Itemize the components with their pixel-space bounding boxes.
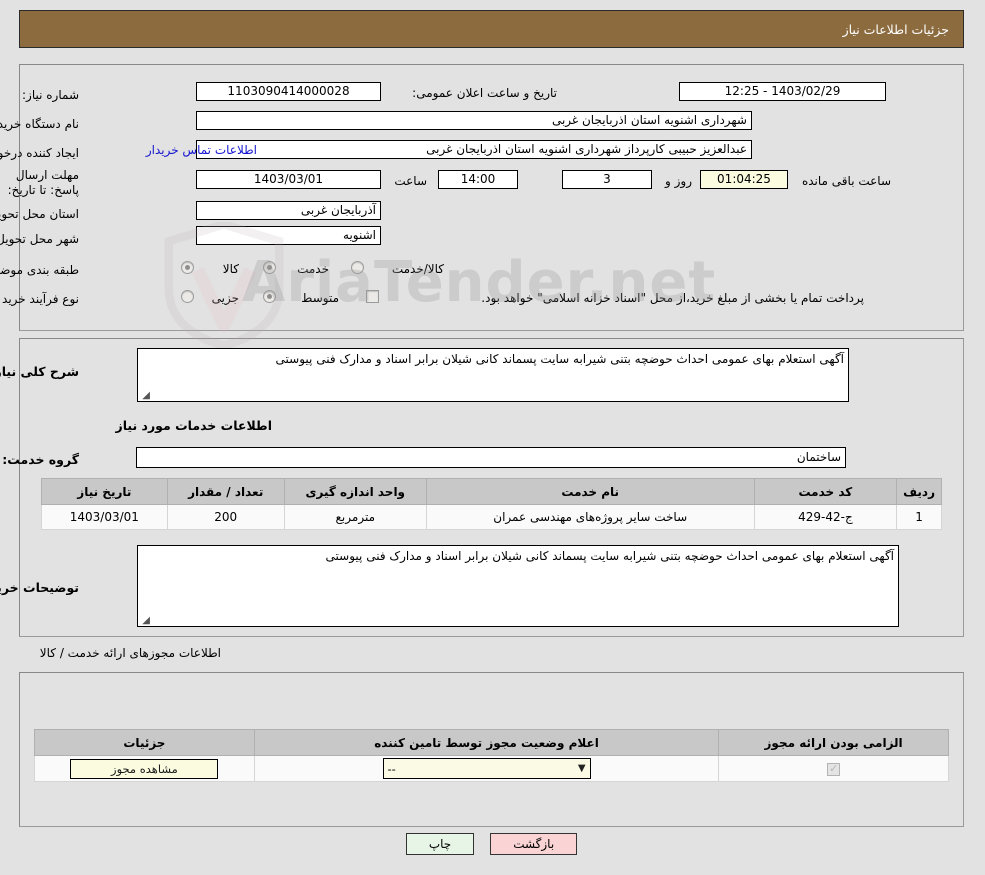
cell-permit-details: مشاهده مجوز xyxy=(35,755,256,782)
radio-process-jozei[interactable] xyxy=(182,290,195,303)
col-permit-details: جزئیات xyxy=(35,729,256,756)
cell-need-date: 1403/03/01 xyxy=(42,504,169,530)
table-row: ▼ -- مشاهده مجوز xyxy=(35,755,950,782)
delivery-province-label: استان محل تحویل: xyxy=(0,207,80,221)
purchase-process-label: نوع فرآیند خرید : xyxy=(0,292,80,306)
permits-section-label: اطلاعات مجوزهای ارائه خدمت / کالا xyxy=(40,646,222,660)
print-button[interactable]: چاپ xyxy=(406,833,476,855)
table-row: 1 ج-42-429 ساخت سایر پروژه‌های مهندسی عم… xyxy=(42,504,943,530)
col-service-name: نام خدمت xyxy=(426,478,756,505)
radio-category-kala-khedmat-label: کالا/خدمت xyxy=(392,262,445,276)
page-root: جزئیات اطلاعات نیاز شماره نیاز: 11030904… xyxy=(0,0,985,875)
checkbox-islamic-treasury-bonds[interactable] xyxy=(367,290,380,303)
permits-table: الزامی بودن ارائه مجوز اعلام وضعیت مجوز … xyxy=(35,729,950,782)
need-number-value: 1103090414000028 xyxy=(197,82,382,101)
page-title: جزئیات اطلاعات نیاز xyxy=(843,21,950,37)
remaining-days-suffix: روز و xyxy=(666,174,693,188)
delivery-city-label: شهر محل تحویل: xyxy=(0,232,80,246)
radio-process-jozei-label: جزیی xyxy=(212,291,240,305)
resize-grip-icon[interactable]: ◢ xyxy=(141,616,151,626)
col-quantity: تعداد / مقدار xyxy=(167,478,286,505)
need-summary-textarea[interactable]: آگهی استعلام بهای عمومی احداث حوضچه بتنی… xyxy=(138,348,850,402)
page-header-bar: جزئیات اطلاعات نیاز xyxy=(20,10,965,48)
back-button[interactable]: بازگشت xyxy=(491,833,579,855)
cell-service-name: ساخت سایر پروژه‌های مهندسی عمران xyxy=(426,504,756,530)
footer-actions: بازگشت چاپ xyxy=(0,833,985,855)
announce-date-value: 1403/02/29 - 12:25 xyxy=(680,82,887,101)
permit-required-checkbox-icon xyxy=(828,762,842,776)
cell-quantity: 200 xyxy=(167,504,286,530)
radio-category-khedmat-label: خدمت xyxy=(298,262,330,276)
services-table: ردیف کد خدمت نام خدمت واحد اندازه گیری ت… xyxy=(42,478,943,530)
service-group-value: ساختمان xyxy=(137,447,847,468)
col-permit-required: الزامی بودن ارائه مجوز xyxy=(719,729,950,756)
request-creator-label: ایجاد کننده درخواست: xyxy=(0,146,80,160)
cell-service-code: ج-42-429 xyxy=(754,504,899,530)
radio-category-kala-label: کالا xyxy=(223,262,240,276)
chevron-down-icon: ▼ xyxy=(578,763,587,774)
remaining-time-suffix: ساعت باقی مانده xyxy=(802,174,892,188)
delivery-city-value: اشنویه xyxy=(197,226,382,245)
deadline-label: مهلت ارسال پاسخ: تا تاریخ: xyxy=(8,168,80,197)
buyer-org-label: نام دستگاه خریدار: xyxy=(0,117,80,131)
col-row-number: ردیف xyxy=(897,478,943,505)
buyer-org-value: شهرداری اشنویه استان اذربایجان غربی xyxy=(197,111,753,130)
radio-category-kala-khedmat[interactable] xyxy=(352,261,365,274)
permit-status-value: -- xyxy=(388,761,397,776)
col-need-date: تاریخ نیاز xyxy=(42,478,169,505)
col-unit: واحد اندازه گیری xyxy=(284,478,428,505)
radio-category-kala[interactable] xyxy=(182,261,195,274)
subject-category-label: طبقه بندی موضوعی: xyxy=(0,263,80,277)
cell-permit-status: ▼ -- xyxy=(254,755,721,782)
need-number-label: شماره نیاز: xyxy=(23,88,80,102)
need-summary-label: شرح کلی نیاز: xyxy=(0,364,80,379)
deadline-hour-label: ساعت xyxy=(395,174,428,188)
service-group-label: گروه خدمت: xyxy=(3,452,80,467)
radio-process-motavaset[interactable] xyxy=(264,290,277,303)
deadline-hour-value: 14:00 xyxy=(439,170,519,189)
announce-date-label: تاریخ و ساعت اعلان عمومی: xyxy=(413,86,558,100)
remaining-time-value: 01:04:25 xyxy=(701,170,789,189)
delivery-province-value: آذربایجان غربی xyxy=(197,201,382,220)
cell-unit: مترمربع xyxy=(284,504,428,530)
col-permit-status: اعلام وضعیت مجوز توسط تامین کننده xyxy=(254,729,721,756)
col-service-code: کد خدمت xyxy=(754,478,899,505)
view-permit-button[interactable]: مشاهده مجوز xyxy=(71,758,220,779)
need-summary-text: آگهی استعلام بهای عمومی احداث حوضچه بتنی… xyxy=(276,352,845,366)
islamic-treasury-bonds-label: پرداخت تمام یا بخشی از مبلغ خرید،از محل … xyxy=(482,291,865,305)
buyer-notes-label: توضیحات خریدار; xyxy=(0,580,80,595)
request-creator-value: عبدالعزیز حبیبی کارپرداز شهرداری اشنویه … xyxy=(197,140,753,159)
radio-process-motavaset-label: متوسط xyxy=(302,291,340,305)
buyer-notes-textarea[interactable]: آگهی استعلام بهای عمومی احداث حوضچه بتنی… xyxy=(138,545,900,627)
resize-grip-icon[interactable]: ◢ xyxy=(141,391,151,401)
services-table-header-row: ردیف کد خدمت نام خدمت واحد اندازه گیری ت… xyxy=(42,478,943,505)
buyer-notes-text: آگهی استعلام بهای عمومی احداث حوضچه بتنی… xyxy=(326,549,895,563)
cell-row-number: 1 xyxy=(897,504,943,530)
buyer-contact-link[interactable]: اطلاعات تماس خریدار xyxy=(147,143,258,157)
deadline-date-value: 1403/03/01 xyxy=(197,170,382,189)
cell-permit-required xyxy=(719,755,950,782)
permit-status-select[interactable]: ▼ -- xyxy=(383,758,592,779)
remaining-days-value: 3 xyxy=(563,170,653,189)
radio-category-khedmat[interactable] xyxy=(264,261,277,274)
services-section-subtitle: اطلاعات خدمات مورد نیاز xyxy=(116,418,274,433)
permits-table-header-row: الزامی بودن ارائه مجوز اعلام وضعیت مجوز … xyxy=(35,729,950,756)
